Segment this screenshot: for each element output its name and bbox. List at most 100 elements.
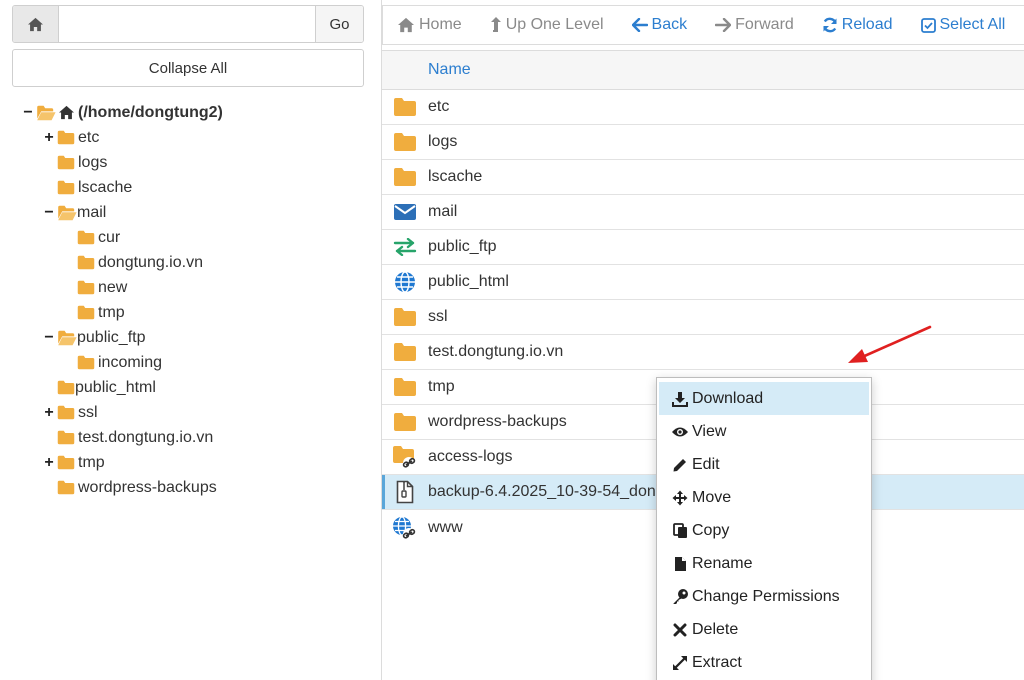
collapse-all-button[interactable]: Collapse All (12, 49, 364, 87)
tree-item-label: cur (98, 228, 121, 246)
file-row-public-html[interactable]: public_html (382, 265, 1024, 300)
file-name: access-logs (428, 448, 513, 465)
menu-item-label: Delete (692, 620, 739, 638)
eye-icon (672, 427, 688, 436)
file-row-logs[interactable]: logs (382, 125, 1024, 160)
tree-item-etc[interactable]: + etc (43, 125, 99, 150)
go-button[interactable]: Go (315, 6, 363, 42)
file-row-lscache[interactable]: lscache (382, 160, 1024, 195)
tree-item-lscache[interactable]: lscache (57, 175, 132, 200)
folder-icon (57, 480, 75, 495)
file-name: tmp (428, 378, 455, 395)
menu-item-extract[interactable]: Extract (657, 646, 871, 679)
up-one-level-button[interactable]: Up One Level (490, 16, 604, 34)
reload-button-label: Reload (841, 16, 893, 33)
path-bar: Go (12, 5, 364, 43)
home-directory-button[interactable] (13, 6, 59, 42)
menu-item-label: Change Permissions (692, 587, 840, 605)
folder-open-icon (36, 105, 56, 121)
file-name: logs (428, 133, 458, 150)
back-button-label: Back (651, 16, 688, 33)
select-all-button[interactable]: Select All (920, 16, 1006, 34)
file-name: backup-6.4.2025_10-39-54_don (428, 483, 656, 500)
tree-item-test-dongtung-io-vn[interactable]: test.dongtung.io.vn (57, 425, 213, 450)
tree-item-label: incoming (98, 353, 163, 371)
collapse-toggle-icon[interactable]: − (22, 104, 34, 121)
folder-open-icon (57, 330, 77, 346)
tree-item-wordpress-backups[interactable]: wordpress-backups (57, 475, 217, 500)
tree-item-root[interactable]: − (/home/dongtung2) (22, 100, 223, 125)
file-row-public-ftp[interactable]: public_ftp (382, 230, 1024, 265)
refresh-icon (823, 17, 837, 33)
menu-item-view[interactable]: View (657, 415, 871, 448)
tree-item-public-html[interactable]: public_html (57, 375, 156, 400)
tree-item-label: ssl (78, 403, 98, 421)
annotation-arrow-icon (848, 325, 932, 363)
tree-item-mail[interactable]: − mail (43, 200, 106, 225)
level-up-icon (490, 17, 501, 32)
menu-item-copy[interactable]: Copy (657, 514, 871, 547)
folder-icon (393, 307, 417, 327)
home-button[interactable]: Home (397, 16, 462, 34)
tree-item-tmp[interactable]: + tmp (43, 450, 105, 475)
menu-item-label: Download (692, 389, 764, 407)
expand-toggle-icon[interactable]: + (43, 129, 55, 146)
reload-button[interactable]: Reload (822, 16, 893, 34)
tree-item-cur[interactable]: cur (77, 225, 120, 250)
expand-arrows-icon (673, 655, 687, 670)
folder-icon (393, 342, 417, 362)
menu-item-delete[interactable]: Delete (657, 613, 871, 646)
directory-tree-panel: Go Collapse All − (/home/dongtung2) + et… (0, 0, 376, 680)
menu-item-label: Extract (692, 653, 742, 671)
folder-icon (57, 455, 75, 470)
globe-icon (395, 271, 415, 293)
tree-item-incoming[interactable]: incoming (77, 350, 162, 375)
tree-item-label: tmp (78, 453, 105, 471)
tree-item-ssl[interactable]: + ssl (43, 400, 98, 425)
file-name: etc (428, 98, 450, 115)
forward-button-label: Forward (735, 16, 794, 33)
folder-icon (57, 180, 75, 195)
menu-item-change-permissions[interactable]: Change Permissions (657, 580, 871, 613)
file-icon (674, 556, 686, 571)
forward-button[interactable]: Forward (715, 16, 794, 34)
file-name: mail (428, 203, 458, 220)
path-input[interactable] (59, 6, 315, 42)
file-name: public_ftp (428, 238, 497, 255)
key-icon (673, 589, 688, 604)
folder-icon (393, 97, 417, 117)
arrow-right-icon (715, 18, 732, 32)
toolbar: Home Up One Level Back Forward Reload Se… (382, 5, 1024, 45)
tree-item-new[interactable]: new (77, 275, 127, 300)
context-menu: Download View Edit Move Copy Rename Chan… (656, 377, 872, 680)
tree-item-mail-tmp[interactable]: tmp (77, 300, 125, 325)
expand-toggle-icon[interactable]: + (43, 404, 55, 421)
home-icon (397, 17, 415, 33)
folder-icon (57, 155, 75, 170)
menu-item-label: View (692, 422, 727, 440)
expand-toggle-icon[interactable]: + (43, 454, 55, 471)
tree-item-public-ftp[interactable]: − public_ftp (43, 325, 145, 350)
folder-icon (393, 132, 417, 152)
file-row-mail[interactable]: mail (382, 195, 1024, 230)
tree-item-label: logs (78, 153, 108, 171)
folder-open-icon (57, 205, 77, 221)
back-button[interactable]: Back (631, 16, 688, 34)
tree-item-label: etc (78, 128, 100, 146)
file-row-etc[interactable]: etc (382, 90, 1024, 125)
file-name: wordpress-backups (428, 413, 567, 430)
check-square-icon (920, 17, 936, 33)
collapse-toggle-icon[interactable]: − (43, 204, 55, 221)
menu-item-download[interactable]: Download (659, 382, 869, 415)
file-name: test.dongtung.io.vn (428, 343, 564, 360)
collapse-toggle-icon[interactable]: − (43, 329, 55, 346)
menu-item-rename[interactable]: Rename (657, 547, 871, 580)
tree-item-label: wordpress-backups (78, 478, 217, 496)
file-name: www (428, 518, 463, 536)
menu-item-move[interactable]: Move (657, 481, 871, 514)
tree-item-dongtung-io-vn[interactable]: dongtung.io.vn (77, 250, 203, 275)
name-column-header[interactable]: Name (382, 50, 1024, 90)
tree-item-logs[interactable]: logs (57, 150, 107, 175)
select-all-label: Select All (939, 16, 1006, 33)
menu-item-edit[interactable]: Edit (657, 448, 871, 481)
